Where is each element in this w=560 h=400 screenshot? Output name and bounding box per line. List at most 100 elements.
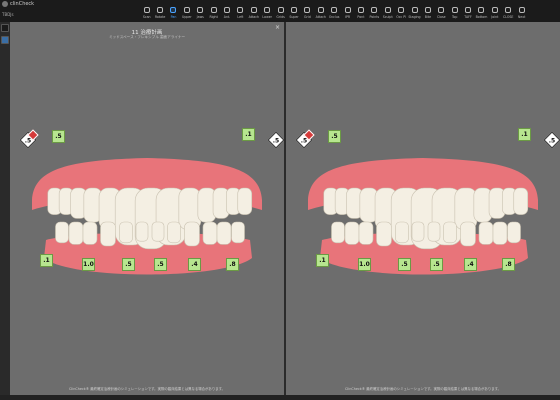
lower-tooth: [344, 221, 360, 245]
toolbar-button[interactable]: Top: [448, 0, 461, 22]
tool-icon: [210, 7, 217, 13]
toolbar-button[interactable]: Points: [368, 0, 381, 22]
ipr-tag-lower[interactable]: .1: [40, 254, 53, 267]
toolbar-button[interactable]: Next: [515, 0, 528, 22]
pane-subtitle: ミッドスペース・フレキシブル 歯面アライナー: [108, 35, 186, 39]
toolbar-button[interactable]: Lower: [261, 0, 274, 22]
tool-label: Upper: [182, 15, 192, 19]
tool-icon: [451, 7, 458, 13]
toolbar-button[interactable]: CLOSE: [502, 0, 515, 22]
left-sidebar: [0, 22, 10, 400]
toolbar-button[interactable]: Pont: [354, 0, 367, 22]
tool-label: Occ Pl: [396, 15, 407, 19]
ipr-tag-lower[interactable]: .4: [464, 258, 477, 271]
toolbar-button[interactable]: Attach: [314, 0, 327, 22]
tool-label: Ant.: [223, 15, 231, 19]
toolbar-button[interactable]: Super: [287, 0, 300, 22]
toolbar-button[interactable]: Attach: [247, 0, 260, 22]
ipr-tag-lower[interactable]: .8: [502, 258, 515, 271]
compare-view-button[interactable]: [1, 36, 9, 44]
ipr-tag-lower[interactable]: .1: [316, 254, 329, 267]
ipr-tag-upper-left[interactable]: .5: [328, 130, 341, 143]
toolbar-button[interactable]: Joint: [488, 0, 501, 22]
tool-icon: [398, 7, 405, 13]
tool-icon: [183, 7, 190, 13]
ipr-tag-lower[interactable]: .4: [188, 258, 201, 271]
tool-label: Attach: [248, 15, 259, 19]
lower-tooth: [55, 221, 69, 244]
tool-icon: [491, 7, 498, 13]
ipr-tag-upper-left[interactable]: .5: [52, 130, 65, 143]
status-bar: [0, 395, 560, 400]
toolbar-button[interactable]: IPR: [341, 0, 354, 22]
toolbar-button[interactable]: Grid: [301, 0, 314, 22]
tool-icon: [197, 7, 204, 13]
toolbar-button[interactable]: Left: [234, 0, 247, 22]
eye-icon[interactable]: [1, 24, 9, 32]
toolbar-button[interactable]: TAFF: [461, 0, 474, 22]
disclaimer-text: ClinCheck® 最終確定治療計画のシミュレーションです。実際の臨床結果とは…: [68, 387, 226, 391]
toolbar-button[interactable]: Right: [207, 0, 220, 22]
toolbar-button[interactable]: Pan: [167, 0, 180, 22]
ipr-tag-lower[interactable]: .5: [122, 258, 135, 271]
toolbar-button[interactable]: Bottom: [475, 0, 488, 22]
tool-label: Pont: [357, 15, 365, 19]
tool-label: Grids: [276, 15, 285, 19]
tool-label: Joint: [491, 15, 499, 19]
toolbar-button[interactable]: Staging: [408, 0, 421, 22]
tool-icon: [143, 7, 150, 13]
close-icon[interactable]: ×: [275, 24, 280, 31]
disclaimer-text: ClinCheck® 最終確定治療計画のシミュレーションです。実際の臨床結果とは…: [344, 387, 502, 391]
ipr-tag-lower[interactable]: .5: [430, 258, 443, 271]
app-name: clinCheck: [10, 1, 35, 7]
toolbar-button[interactable]: Ant.: [220, 0, 233, 22]
tool-icon: [424, 7, 431, 13]
ipr-tag-lower[interactable]: .8: [226, 258, 239, 271]
lower-tooth: [395, 221, 409, 244]
treatment-view-left[interactable]: 11 治療計画 ミッドスペース・フレキシブル 歯面アライナー × .5.5.1.…: [10, 22, 284, 395]
clincheck-window: clinCheck TBDJs Scan Rotate Pan Upper Jaws Ri…: [0, 0, 560, 400]
ipr-tag-upper-right[interactable]: .1: [242, 128, 255, 141]
toolbar-button[interactable]: Occ Pl: [394, 0, 407, 22]
tool-icon: [438, 7, 445, 13]
tool-label: Sculpt: [382, 15, 393, 19]
tool-label: CLOSE: [503, 15, 514, 19]
tool-label: TAFF: [464, 15, 472, 19]
ipr-tag-lower[interactable]: 1.0: [82, 258, 95, 271]
tool-label: Points: [369, 15, 380, 19]
toolbar-button[interactable]: Scan: [140, 0, 153, 22]
lower-tooth: [100, 221, 116, 247]
toolbar-button[interactable]: Bite: [421, 0, 434, 22]
ipr-tag-lower[interactable]: .5: [398, 258, 411, 271]
tool-icon: [505, 7, 512, 13]
lower-tooth: [231, 221, 245, 244]
lower-tooth: [411, 221, 425, 242]
tool-icon: [170, 7, 177, 13]
ipr-tag-upper-right[interactable]: .1: [518, 128, 531, 141]
lower-tooth: [460, 221, 476, 247]
toolbar-button[interactable]: Rotate: [153, 0, 166, 22]
app-subtitle: TBDJs: [2, 12, 14, 17]
lower-tooth: [492, 221, 508, 245]
lower-tooth: [167, 221, 181, 244]
tool-icon: [290, 7, 297, 13]
toolbar-button[interactable]: Grids: [274, 0, 287, 22]
tool-icon: [465, 7, 472, 13]
lower-tooth: [331, 221, 345, 244]
tool-icon: [157, 7, 164, 13]
tool-icon: [384, 7, 391, 13]
ipr-value: .5: [272, 137, 280, 145]
tool-icon: [331, 7, 338, 13]
toolbar-button[interactable]: Sculpt: [381, 0, 394, 22]
ipr-tag-lower[interactable]: 1.0: [358, 258, 371, 271]
logo-icon: [2, 1, 8, 7]
toolbar-button[interactable]: Occlus: [327, 0, 340, 22]
lower-tooth: [135, 221, 149, 242]
treatment-view-right[interactable]: .5.5.1.5.1 1.0.5.5.4.8 ClinCheck® 最終確定治療計…: [286, 22, 560, 395]
toolbar-button[interactable]: Close: [435, 0, 448, 22]
tool-label: Super: [289, 15, 299, 19]
toolbar-button[interactable]: Upper: [180, 0, 193, 22]
toolbar-button[interactable]: Jaws: [194, 0, 207, 22]
ipr-tag-lower[interactable]: .5: [154, 258, 167, 271]
app-brand: clinCheck: [2, 1, 34, 7]
